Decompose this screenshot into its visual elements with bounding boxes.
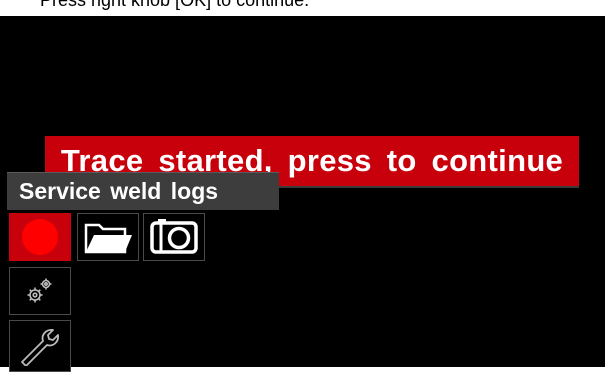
service-button[interactable]	[9, 320, 71, 372]
folder-button[interactable]	[77, 213, 139, 261]
instruction-text: Press right knob [OK] to continue.	[40, 0, 310, 10]
menu-title-bar: Service weld logs	[7, 172, 279, 210]
instruction-strip: Press right knob [OK] to continue.	[0, 0, 605, 16]
gears-icon	[27, 278, 52, 303]
settings-button[interactable]	[9, 267, 71, 315]
camera-icon	[150, 219, 198, 254]
record-icon	[22, 219, 58, 255]
record-button[interactable]	[9, 213, 71, 261]
menu-title: Service weld logs	[19, 178, 219, 204]
camera-button[interactable]	[143, 213, 205, 261]
wrench-icon	[21, 329, 59, 366]
folder-icon	[84, 223, 132, 254]
display-screen: Trace started, press to continue Service…	[0, 16, 605, 372]
